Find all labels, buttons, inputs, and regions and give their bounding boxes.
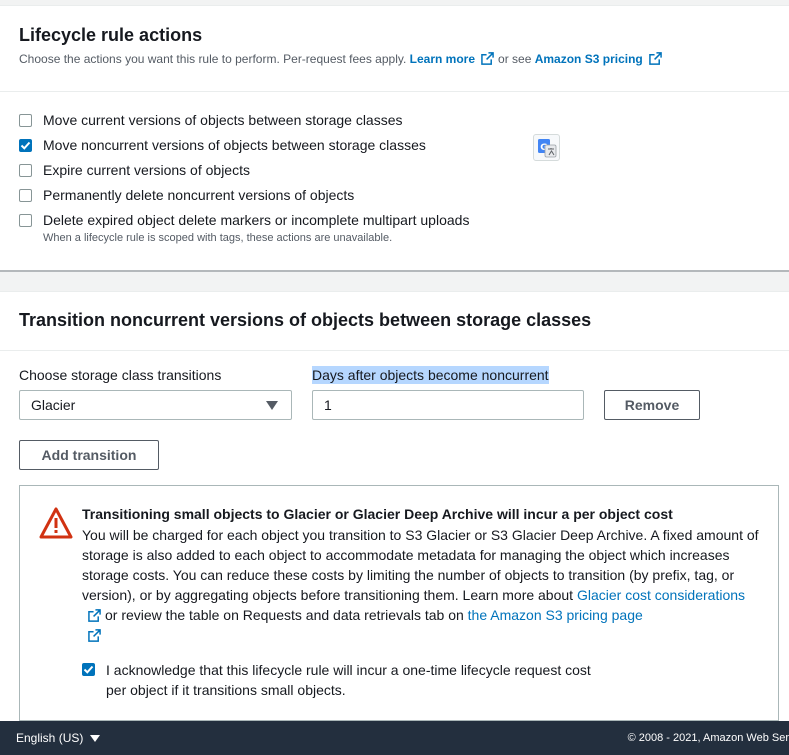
checkbox[interactable] xyxy=(19,163,32,177)
storage-class-label: Choose storage class transitions xyxy=(19,367,222,383)
language-selector[interactable]: English (US) xyxy=(16,731,101,745)
days-input[interactable] xyxy=(312,390,584,420)
glacier-cost-link[interactable]: Glacier cost considerations xyxy=(577,587,745,603)
add-transition-button[interactable]: Add transition xyxy=(19,440,159,470)
translate-icon[interactable]: G xyxy=(533,134,560,161)
section-separator xyxy=(0,270,789,272)
checkmark-icon xyxy=(83,665,94,674)
days-label-text: Days after objects become noncurrent xyxy=(312,366,549,384)
checkbox[interactable] xyxy=(19,113,32,127)
acknowledge-checkbox[interactable] xyxy=(82,663,95,676)
option-label: Move current versions of objects between… xyxy=(43,112,403,128)
s3-pricing-link[interactable]: Amazon S3 pricing xyxy=(535,52,643,66)
days-label: Days after objects become noncurrent xyxy=(312,366,549,384)
storage-class-value: Glacier xyxy=(31,397,76,413)
action-option-delete-noncurrent[interactable]: Permanently delete noncurrent versions o… xyxy=(19,185,354,205)
storage-class-select[interactable]: Glacier xyxy=(19,390,292,420)
warning-body: You will be charged for each object you … xyxy=(82,525,762,645)
caret-down-icon xyxy=(90,734,101,742)
language-label: English (US) xyxy=(16,731,84,745)
actions-panel-description: Choose the actions you want this rule to… xyxy=(19,52,666,66)
caret-down-icon xyxy=(266,401,278,410)
external-link-icon[interactable] xyxy=(88,609,101,622)
option-label: Expire current versions of objects xyxy=(43,162,250,178)
warning-icon xyxy=(39,507,73,539)
learn-more-link[interactable]: Learn more xyxy=(410,52,475,66)
external-link-icon[interactable] xyxy=(648,52,662,65)
action-option-move-noncurrent[interactable]: Move noncurrent versions of objects betw… xyxy=(19,135,426,155)
checkmark-icon xyxy=(20,141,31,150)
transition-panel-divider xyxy=(0,350,789,351)
transition-panel-title: Transition noncurrent versions of object… xyxy=(19,310,592,330)
external-link-icon[interactable] xyxy=(88,629,101,642)
action-option-delete-markers[interactable]: Delete expired object delete markers or … xyxy=(19,210,469,230)
warning-title: Transitioning small objects to Glacier o… xyxy=(82,506,673,522)
external-link-icon[interactable] xyxy=(481,52,494,65)
remove-button[interactable]: Remove xyxy=(604,390,700,420)
acknowledge-label: I acknowledge that this lifecycle rule w… xyxy=(106,662,591,698)
checkbox-checked[interactable] xyxy=(19,138,32,152)
option-hint: When a lifecycle rule is scoped with tag… xyxy=(43,232,393,244)
checkbox[interactable] xyxy=(19,188,32,202)
action-option-move-current[interactable]: Move current versions of objects between… xyxy=(19,110,403,130)
warning-middle-text: or review the table on Requests and data… xyxy=(105,607,464,623)
action-option-expire-current[interactable]: Expire current versions of objects xyxy=(19,160,250,180)
actions-panel-divider xyxy=(0,91,789,92)
s3-pricing-page-link[interactable]: the Amazon S3 pricing page xyxy=(468,607,643,623)
copyright-text: © 2008 - 2021, Amazon Web Ser xyxy=(627,732,789,744)
actions-panel-title: Lifecycle rule actions xyxy=(19,25,203,45)
option-label: Delete expired object delete markers or … xyxy=(43,212,470,228)
option-label: Move noncurrent versions of objects betw… xyxy=(43,137,426,153)
acknowledge-row[interactable]: I acknowledge that this lifecycle rule w… xyxy=(82,660,606,700)
description-text: Choose the actions you want this rule to… xyxy=(19,52,407,66)
page-footer: English (US) © 2008 - 2021, Amazon Web S… xyxy=(0,721,789,755)
or-see-text: or see xyxy=(498,52,532,66)
option-label: Permanently delete noncurrent versions o… xyxy=(43,187,355,203)
checkbox[interactable] xyxy=(19,213,32,227)
